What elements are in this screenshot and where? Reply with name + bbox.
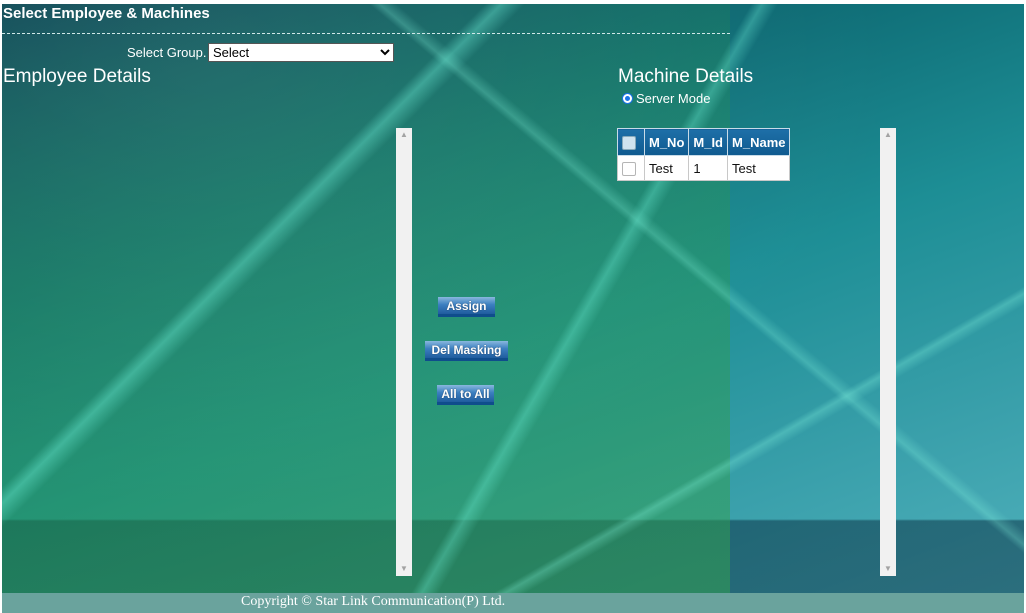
machine-details-title: Machine Details bbox=[618, 66, 754, 87]
row-checkbox[interactable] bbox=[622, 161, 636, 176]
server-mode-radio[interactable] bbox=[622, 93, 633, 104]
scroll-down-arrow-icon[interactable]: ▼ bbox=[396, 562, 412, 576]
machine-table: M_No M_Id M_Name Test 1 Test bbox=[617, 128, 791, 181]
copyright-text: Copyright © Star Link Communication(P) L… bbox=[241, 594, 506, 609]
page-title: Select Employee & Machines bbox=[3, 5, 210, 22]
column-header-m-name: M_Name bbox=[727, 128, 791, 156]
server-mode-label: Server Mode bbox=[636, 91, 711, 106]
employee-details-title: Employee Details bbox=[3, 66, 151, 87]
employee-list-scrollbar[interactable]: ▲ ▼ bbox=[396, 128, 412, 576]
server-mode-option[interactable]: Server Mode bbox=[622, 91, 710, 106]
column-header-m-no: M_No bbox=[643, 128, 690, 156]
scroll-up-arrow-icon[interactable]: ▲ bbox=[880, 128, 896, 142]
page-background bbox=[2, 4, 1024, 593]
cell-m-id: 1 bbox=[688, 155, 729, 181]
column-header-m-id: M_Id bbox=[688, 128, 729, 156]
header-divider bbox=[2, 33, 730, 34]
machine-list-scrollbar[interactable]: ▲ ▼ bbox=[880, 128, 896, 576]
scroll-down-arrow-icon[interactable]: ▼ bbox=[880, 562, 896, 576]
select-group-label: Select Group. bbox=[127, 45, 207, 60]
all-to-all-button[interactable]: All to All bbox=[437, 385, 494, 405]
machine-table-header: M_No M_Id M_Name bbox=[617, 128, 791, 156]
select-group-dropdown[interactable]: Select bbox=[208, 43, 394, 62]
cell-m-name: Test bbox=[727, 155, 791, 181]
del-masking-button[interactable]: Del Masking bbox=[425, 341, 508, 361]
table-row: Test 1 Test bbox=[617, 155, 791, 181]
select-all-checkbox[interactable] bbox=[622, 135, 636, 150]
cell-m-no: Test bbox=[643, 155, 690, 181]
assign-button[interactable]: Assign bbox=[438, 297, 495, 317]
footer: Copyright © Star Link Communication(P) L… bbox=[2, 593, 1024, 613]
row-checkbox-cell bbox=[617, 155, 645, 181]
select-all-cell bbox=[617, 128, 645, 156]
scroll-up-arrow-icon[interactable]: ▲ bbox=[396, 128, 412, 142]
